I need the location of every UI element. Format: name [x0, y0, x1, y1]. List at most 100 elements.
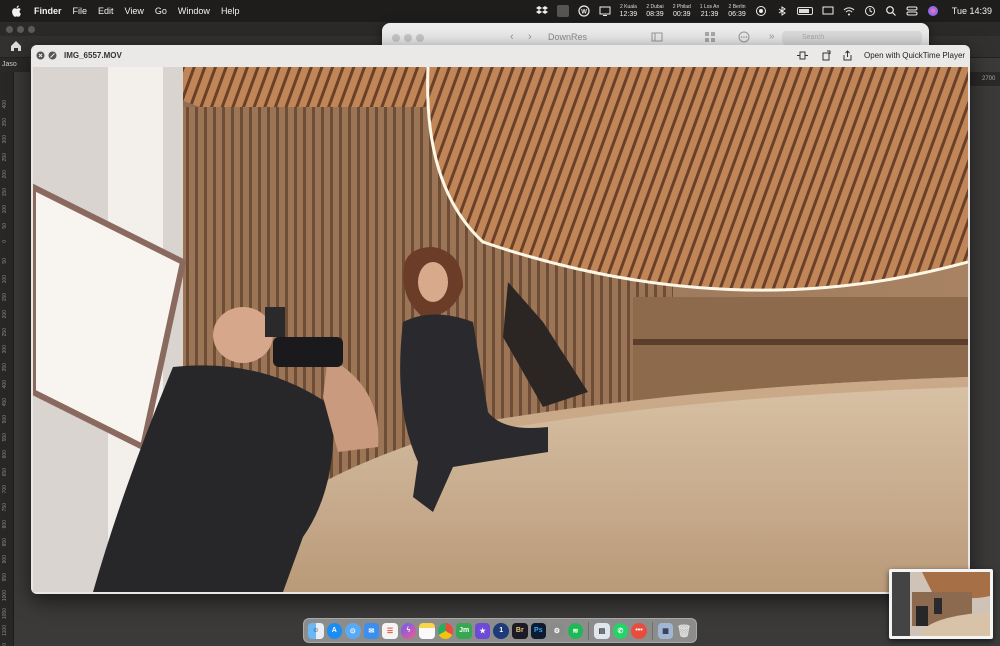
close-icon[interactable]: [36, 51, 45, 60]
screenshot-thumbnail-preview[interactable]: [889, 569, 993, 639]
messenger-icon[interactable]: ϟ: [400, 622, 417, 639]
ruler-mark: 300: [2, 135, 8, 144]
whatsapp-icon[interactable]: ✆: [612, 622, 629, 639]
ruler-mark: 50: [2, 257, 8, 264]
camera-flash-trigger: [265, 307, 285, 337]
more-chevron-icon[interactable]: »: [769, 31, 775, 42]
world-clock-los-angeles[interactable]: 1 Los An 21:39: [700, 4, 719, 18]
share-icon[interactable]: [842, 50, 853, 61]
spotify-icon[interactable]: ≋: [567, 622, 584, 639]
menu-go[interactable]: Go: [155, 6, 167, 16]
downloads-icon[interactable]: ▦: [657, 622, 674, 639]
battery-icon[interactable]: [796, 7, 813, 15]
forward-arrow-icon[interactable]: ›: [528, 31, 532, 43]
menu-window[interactable]: Window: [178, 6, 210, 16]
appstore-icon[interactable]: A: [326, 622, 343, 639]
ruler-mark: 550: [2, 432, 8, 441]
wordpress-icon[interactable]: W: [578, 5, 590, 17]
rotate-icon[interactable]: [821, 50, 832, 61]
ruler-mark: 0: [2, 240, 8, 243]
world-clock-philadelphia[interactable]: 2 Philad 00:39: [673, 4, 691, 18]
wifi-icon[interactable]: [843, 5, 855, 17]
1password-icon[interactable]: 1: [493, 622, 510, 639]
imovie-icon[interactable]: ★: [474, 622, 491, 639]
finder-minimize-button[interactable]: [404, 34, 412, 42]
back-arrow-icon[interactable]: ‹: [510, 31, 514, 43]
document-tab-label: Jaso: [2, 61, 17, 68]
photoshop-icon[interactable]: Ps: [530, 622, 547, 639]
notes-icon[interactable]: [419, 622, 435, 639]
screen-share-icon[interactable]: [599, 5, 611, 17]
finder-close-button[interactable]: [392, 34, 400, 42]
shelf: [633, 339, 968, 345]
video-frame[interactable]: [33, 67, 968, 592]
jamf-icon[interactable]: Jm: [456, 622, 472, 639]
trash-icon[interactable]: 🗑: [676, 623, 692, 639]
clock-city: 2 Kuala: [619, 4, 637, 10]
ruler-mark: 750: [2, 502, 8, 511]
ruler-mark: 100: [2, 275, 8, 284]
trim-icon[interactable]: [797, 50, 808, 61]
preview-icon[interactable]: ▤: [594, 622, 610, 639]
app-square-icon[interactable]: [556, 5, 569, 17]
bg-close-button[interactable]: [6, 26, 13, 33]
vertical-ruler: 400 350 300 250 200 150 100 50 0 50 100 150 200 250 30…: [0, 72, 14, 646]
clock-time: 00:39: [672, 11, 691, 18]
world-clock-berlin[interactable]: 2 Berlin 06:39: [728, 4, 746, 18]
ruler-mark: 200: [2, 170, 8, 179]
finder-title: DownRes: [548, 32, 588, 42]
document-tab[interactable]: Jaso: [0, 58, 30, 72]
world-clock-kuala[interactable]: 2 Kuala 12:39: [620, 4, 638, 18]
menu-app-name[interactable]: Finder: [34, 6, 62, 16]
more-icon[interactable]: •••: [631, 622, 647, 639]
ruler-mark: 850: [2, 537, 8, 546]
menu-file[interactable]: File: [73, 6, 88, 16]
ruler-mark: 800: [2, 520, 8, 529]
fullscreen-icon[interactable]: [48, 51, 57, 60]
safari-icon[interactable]: ⊙: [345, 622, 361, 639]
ruler-mark: 450: [2, 397, 8, 406]
record-icon[interactable]: [755, 5, 767, 17]
ruler-mark: 350: [2, 117, 8, 126]
siri-icon[interactable]: [927, 5, 939, 17]
reminders-icon[interactable]: ☰: [382, 622, 398, 639]
bg-minimize-button[interactable]: [17, 26, 24, 33]
dropbox-icon[interactable]: [535, 5, 548, 17]
dock-separator: [651, 621, 653, 640]
status-area: W 2 Kuala 12:39 2 Dubai 08:39 2 Philad 0…: [535, 0, 992, 22]
ruler-mark: 1000: [2, 590, 8, 602]
ruler-mark: 1050: [2, 607, 8, 619]
dock: ☺ A ⊙ ✉ ☰ ϟ Jm ★ 1 Br Ps ⚙ ≋ ▤ ✆ ••• ▦ 🗑: [303, 618, 697, 643]
finder-icon[interactable]: ☺: [308, 622, 324, 639]
ruler-mark: 900: [2, 555, 8, 564]
sidebar-toggle-icon[interactable]: [651, 31, 663, 43]
clock-city: 1 Los An: [699, 4, 720, 10]
time-machine-icon[interactable]: [864, 5, 876, 17]
menu-help[interactable]: Help: [221, 6, 240, 16]
chrome-icon[interactable]: [437, 622, 454, 639]
woman-face: [418, 262, 448, 302]
apple-icon[interactable]: [10, 4, 24, 18]
open-with-quicktime-button[interactable]: Open with QuickTime Player: [864, 51, 965, 60]
quicklook-window[interactable]: IMG_6557.MOV Open with QuickTime Player: [31, 45, 970, 594]
ruler-value: 2700: [982, 76, 996, 82]
finder-search-field[interactable]: Search: [782, 31, 922, 45]
action-menu-icon[interactable]: [738, 31, 750, 43]
clock-city: 2 Philad: [672, 4, 691, 10]
finder-zoom-button[interactable]: [416, 34, 424, 42]
spotlight-search-icon[interactable]: [885, 5, 897, 17]
world-clock-dubai[interactable]: 2 Dubai 08:39: [646, 4, 664, 18]
bg-zoom-button[interactable]: [28, 26, 35, 33]
menu-view[interactable]: View: [125, 6, 144, 16]
display-icon[interactable]: [822, 5, 834, 17]
ruler-mark: 950: [2, 572, 8, 581]
menu-edit[interactable]: Edit: [98, 6, 114, 16]
control-center-icon[interactable]: [906, 5, 918, 17]
bridge-icon[interactable]: Br: [512, 622, 528, 639]
home-icon[interactable]: [9, 39, 23, 53]
menubar-datetime[interactable]: Tue 14:39: [952, 6, 992, 16]
system-settings-icon[interactable]: ⚙: [549, 622, 565, 639]
view-grid-icon[interactable]: [704, 31, 716, 43]
bluetooth-icon[interactable]: [776, 5, 788, 17]
mail-icon[interactable]: ✉: [363, 622, 380, 639]
